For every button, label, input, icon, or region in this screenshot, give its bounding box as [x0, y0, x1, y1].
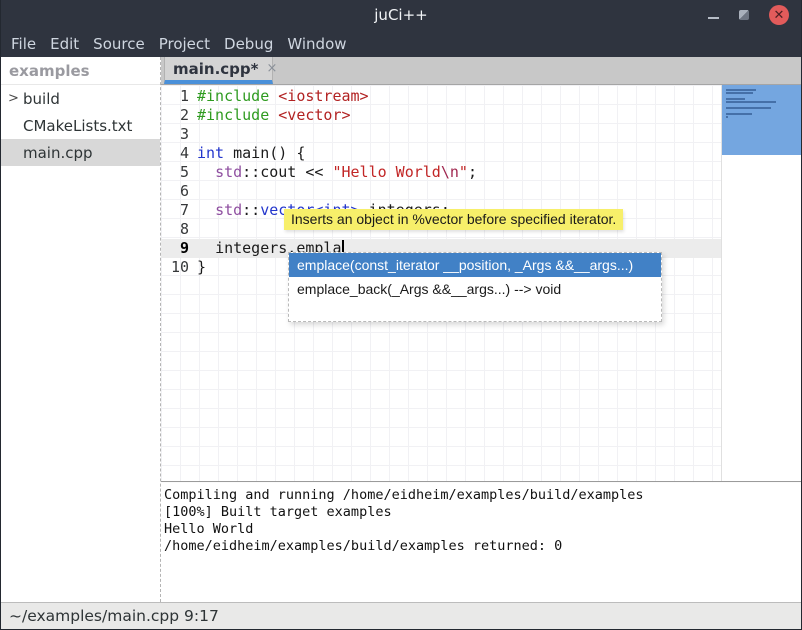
- minimize-icon[interactable]: [708, 17, 719, 19]
- line-number: 10: [161, 258, 197, 277]
- tree-item-label: CMakeLists.txt: [23, 117, 132, 135]
- minimap[interactable]: [721, 85, 801, 481]
- completion-item[interactable]: emplace_back(_Args &&__args...) --> void: [289, 277, 661, 301]
- menubar: File Edit Source Project Debug Window: [1, 30, 801, 57]
- window-controls: ✕: [708, 0, 789, 30]
- line-number: 3: [161, 125, 197, 144]
- code-line[interactable]: 5 std::cout << "Hello World\n";: [161, 163, 721, 182]
- code-text: std::cout << "Hello World\n";: [197, 163, 477, 182]
- status-file-position: ~/examples/main.cpp 9:17: [9, 607, 219, 625]
- line-number: 7: [161, 201, 197, 220]
- code-line[interactable]: 4int main() {: [161, 144, 721, 163]
- tab-close-icon[interactable]: ×: [266, 62, 277, 75]
- terminal-line: /home/eidheim/examples/build/examples re…: [164, 538, 801, 555]
- terminal-output[interactable]: Compiling and running /home/eidheim/exam…: [161, 483, 801, 602]
- minimap-line: [726, 101, 776, 103]
- line-number: 6: [161, 182, 197, 201]
- restore-icon[interactable]: [739, 10, 749, 20]
- line-number: 5: [161, 163, 197, 182]
- line-number: 9: [161, 239, 197, 258]
- menu-item-window[interactable]: Window: [287, 35, 346, 53]
- code-line[interactable]: 6: [161, 182, 721, 201]
- code-line[interactable]: 1#include <iostream>: [161, 87, 721, 106]
- window-title: juCi++: [1, 6, 801, 24]
- tree-item-cmakelists-txt[interactable]: CMakeLists.txt: [1, 112, 160, 139]
- minimap-line: [726, 107, 771, 109]
- file-tree-sidebar: examples > build CMakeLists.txt main.cpp: [1, 57, 161, 602]
- code-text: int main() {: [197, 144, 305, 163]
- line-number: 2: [161, 106, 197, 125]
- code-line[interactable]: 2#include <vector>: [161, 106, 721, 125]
- code-text: #include <vector>: [197, 106, 351, 125]
- terminal-line: Compiling and running /home/eidheim/exam…: [164, 487, 801, 504]
- minimap-line: [726, 113, 752, 115]
- main-area: examples > build CMakeLists.txt main.cpp ma…: [1, 57, 801, 602]
- expander-icon[interactable]: >: [8, 91, 19, 106]
- tree-item-label: main.cpp: [23, 144, 93, 162]
- project-name-label: examples: [1, 57, 160, 85]
- code-area[interactable]: 1#include <iostream>2#include <vector>34…: [161, 87, 721, 277]
- tree-item-label: build: [23, 90, 60, 108]
- tab-label: main.cpp*: [173, 60, 258, 78]
- file-tree: > build CMakeLists.txt main.cpp: [1, 85, 160, 166]
- code-editor[interactable]: 1#include <iostream>2#include <vector>34…: [161, 85, 801, 481]
- terminal-line: [100%] Built target examples: [164, 504, 801, 521]
- tree-item-main-cpp[interactable]: main.cpp: [1, 139, 160, 166]
- close-icon[interactable]: ✕: [769, 5, 789, 25]
- menu-item-source[interactable]: Source: [93, 35, 145, 53]
- minimap-line: [726, 89, 756, 91]
- code-line[interactable]: 3: [161, 125, 721, 144]
- line-number: 8: [161, 220, 197, 239]
- minimap-code-preview: [722, 85, 801, 118]
- autocomplete-popup: emplace(const_iterator __position, _Args…: [288, 252, 662, 322]
- menu-item-file[interactable]: File: [11, 35, 36, 53]
- completion-item[interactable]: emplace(const_iterator __position, _Args…: [289, 253, 661, 277]
- line-number: 1: [161, 87, 197, 106]
- minimap-line: [726, 98, 745, 100]
- tab-main-cpp[interactable]: main.cpp* ×: [164, 57, 273, 84]
- app-window: juCi++ ✕ File Edit Source Project Debug Windo…: [0, 0, 802, 630]
- menu-item-edit[interactable]: Edit: [50, 35, 79, 53]
- menu-item-project[interactable]: Project: [159, 35, 210, 53]
- minimap-viewport[interactable]: [722, 85, 801, 155]
- editor-column: main.cpp* × 1#include <iostream>2#includ…: [161, 57, 801, 602]
- statusbar: ~/examples/main.cpp 9:17: [1, 602, 801, 629]
- tabbar: main.cpp* ×: [161, 57, 801, 85]
- menu-item-debug[interactable]: Debug: [224, 35, 273, 53]
- doc-tooltip: Inserts an object in %vector before spec…: [284, 209, 623, 230]
- tree-item-build[interactable]: > build: [1, 85, 160, 112]
- minimap-line: [726, 116, 728, 118]
- code-text: }: [197, 258, 206, 277]
- titlebar[interactable]: juCi++ ✕: [1, 0, 801, 30]
- code-text: #include <iostream>: [197, 87, 369, 106]
- terminal-line: Hello World: [164, 521, 801, 538]
- minimap-line: [726, 92, 753, 94]
- line-number: 4: [161, 144, 197, 163]
